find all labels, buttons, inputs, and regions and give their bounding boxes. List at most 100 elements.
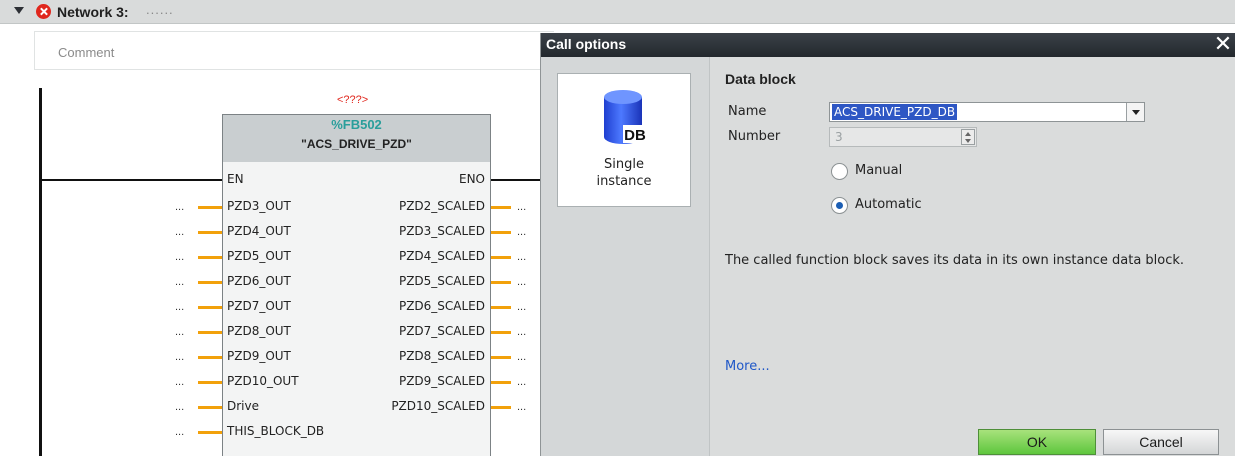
spin-up-icon bbox=[965, 132, 971, 136]
input-operand-placeholder[interactable]: ... bbox=[175, 351, 184, 363]
output-wire bbox=[491, 256, 511, 259]
output-pin: PZD4_SCALED bbox=[398, 249, 485, 263]
network-comment-field[interactable]: Comment bbox=[34, 31, 554, 70]
radio-manual-label[interactable]: Manual bbox=[855, 163, 902, 178]
spin-buttons bbox=[961, 129, 975, 145]
input-wire bbox=[198, 331, 222, 334]
rung-wire-right bbox=[490, 179, 540, 181]
input-operand-placeholder[interactable]: ... bbox=[175, 276, 184, 288]
input-operand-placeholder[interactable]: ... bbox=[175, 401, 184, 413]
output-operand-placeholder[interactable]: ... bbox=[517, 351, 526, 363]
input-operand-placeholder[interactable]: ... bbox=[175, 326, 184, 338]
chevron-down-icon[interactable] bbox=[1126, 103, 1144, 121]
input-operand-placeholder[interactable]: ... bbox=[175, 426, 184, 438]
cancel-button[interactable]: Cancel bbox=[1103, 429, 1219, 455]
function-block-name: "ACS_DRIVE_PZD" bbox=[301, 137, 412, 151]
name-dropdown[interactable]: ACS_DRIVE_PZD_DB bbox=[829, 102, 1145, 122]
call-options-dialog: Call options ✕ DB Single instance Data b… bbox=[540, 33, 1235, 456]
input-pin: PZD6_OUT bbox=[227, 274, 291, 288]
rung-wire-left bbox=[40, 179, 223, 181]
pin-eno: ENO bbox=[458, 172, 485, 186]
comment-placeholder: Comment bbox=[58, 45, 115, 60]
output-operand-placeholder[interactable]: ... bbox=[517, 201, 526, 213]
number-stepper: 3 bbox=[829, 127, 977, 147]
input-wire bbox=[198, 381, 222, 384]
function-block[interactable]: %FB502 "ACS_DRIVE_PZD" EN ENO PZD3_OUT P… bbox=[222, 114, 491, 456]
input-wire bbox=[198, 406, 222, 409]
input-operand-placeholder[interactable]: ... bbox=[175, 201, 184, 213]
radio-manual[interactable] bbox=[831, 163, 848, 180]
output-operand-placeholder[interactable]: ... bbox=[517, 276, 526, 288]
number-label: Number bbox=[728, 129, 781, 144]
output-wire bbox=[491, 406, 511, 409]
name-value[interactable]: ACS_DRIVE_PZD_DB bbox=[832, 104, 958, 120]
output-pin: PZD8_SCALED bbox=[398, 349, 485, 363]
output-pin: PZD7_SCALED bbox=[398, 324, 485, 338]
output-wire bbox=[491, 281, 511, 284]
input-wire bbox=[198, 206, 222, 209]
output-operand-placeholder[interactable]: ... bbox=[517, 251, 526, 263]
output-wire bbox=[491, 231, 511, 234]
output-wire bbox=[491, 381, 511, 384]
output-operand-placeholder[interactable]: ... bbox=[517, 301, 526, 313]
number-value: 3 bbox=[835, 130, 843, 144]
db-icon-text: DB bbox=[624, 127, 646, 144]
input-wire bbox=[198, 356, 222, 359]
output-pin: PZD10_SCALED bbox=[391, 399, 485, 413]
single-instance-tile[interactable]: DB Single instance bbox=[557, 73, 691, 207]
input-pin: PZD10_OUT bbox=[227, 374, 299, 388]
tile-label-line2: instance bbox=[596, 174, 652, 189]
network-title[interactable]: Network 3: bbox=[57, 4, 129, 20]
function-block-header: %FB502 "ACS_DRIVE_PZD" bbox=[223, 115, 490, 162]
dialog-title: Call options bbox=[546, 36, 627, 52]
pin-en: EN bbox=[227, 172, 244, 186]
input-wire bbox=[198, 231, 222, 234]
data-block-heading: Data block bbox=[725, 71, 796, 87]
dialog-titlebar[interactable]: Call options ✕ bbox=[541, 33, 1235, 57]
output-pin: PZD2_SCALED bbox=[398, 199, 485, 213]
output-operand-placeholder[interactable]: ... bbox=[517, 226, 526, 238]
network-header[interactable]: Network 3: ...... bbox=[0, 0, 1235, 24]
tile-label-line1: Single bbox=[604, 157, 644, 172]
output-pin: PZD5_SCALED bbox=[398, 274, 485, 288]
input-operand-placeholder[interactable]: ... bbox=[175, 376, 184, 388]
output-wire bbox=[491, 306, 511, 309]
input-wire bbox=[198, 431, 222, 434]
input-pin: PZD3_OUT bbox=[227, 199, 291, 213]
power-rail bbox=[39, 88, 42, 456]
instance-db-label[interactable]: <???> bbox=[337, 94, 368, 106]
input-pin: PZD4_OUT bbox=[227, 224, 291, 238]
input-wire bbox=[198, 256, 222, 259]
close-icon[interactable]: ✕ bbox=[1212, 33, 1234, 57]
input-operand-placeholder[interactable]: ... bbox=[175, 251, 184, 263]
instance-type-pane: DB Single instance bbox=[541, 57, 710, 456]
ok-button[interactable]: OK bbox=[978, 429, 1096, 455]
output-operand-placeholder[interactable]: ... bbox=[517, 401, 526, 413]
input-pin: PZD9_OUT bbox=[227, 349, 291, 363]
output-pin: PZD6_SCALED bbox=[398, 299, 485, 313]
output-wire bbox=[491, 331, 511, 334]
data-block-settings: Data block Name ACS_DRIVE_PZD_DB Number … bbox=[711, 57, 1235, 456]
radio-automatic-label[interactable]: Automatic bbox=[855, 197, 922, 212]
left-margin bbox=[0, 24, 34, 456]
input-pin: PZD5_OUT bbox=[227, 249, 291, 263]
name-label: Name bbox=[728, 104, 767, 119]
input-operand-placeholder[interactable]: ... bbox=[175, 301, 184, 313]
more-link[interactable]: More... bbox=[725, 359, 770, 374]
input-pin: THIS_BLOCK_DB bbox=[227, 424, 325, 438]
single-instance-label: Single instance bbox=[558, 156, 690, 190]
input-pin: Drive bbox=[227, 399, 259, 413]
input-operand-placeholder[interactable]: ... bbox=[175, 226, 184, 238]
network-title-placeholder[interactable]: ...... bbox=[146, 2, 174, 17]
spin-down-icon bbox=[965, 139, 971, 143]
output-operand-placeholder[interactable]: ... bbox=[517, 326, 526, 338]
radio-automatic[interactable] bbox=[831, 197, 848, 214]
output-operand-placeholder[interactable]: ... bbox=[517, 376, 526, 388]
db-cylinder-icon: DB bbox=[604, 90, 647, 144]
output-pin: PZD3_SCALED bbox=[398, 224, 485, 238]
output-pin: PZD9_SCALED bbox=[398, 374, 485, 388]
description-text: The called function block saves its data… bbox=[725, 253, 1185, 268]
collapse-arrow-icon[interactable] bbox=[14, 7, 24, 14]
input-wire bbox=[198, 306, 222, 309]
input-pin: PZD7_OUT bbox=[227, 299, 291, 313]
